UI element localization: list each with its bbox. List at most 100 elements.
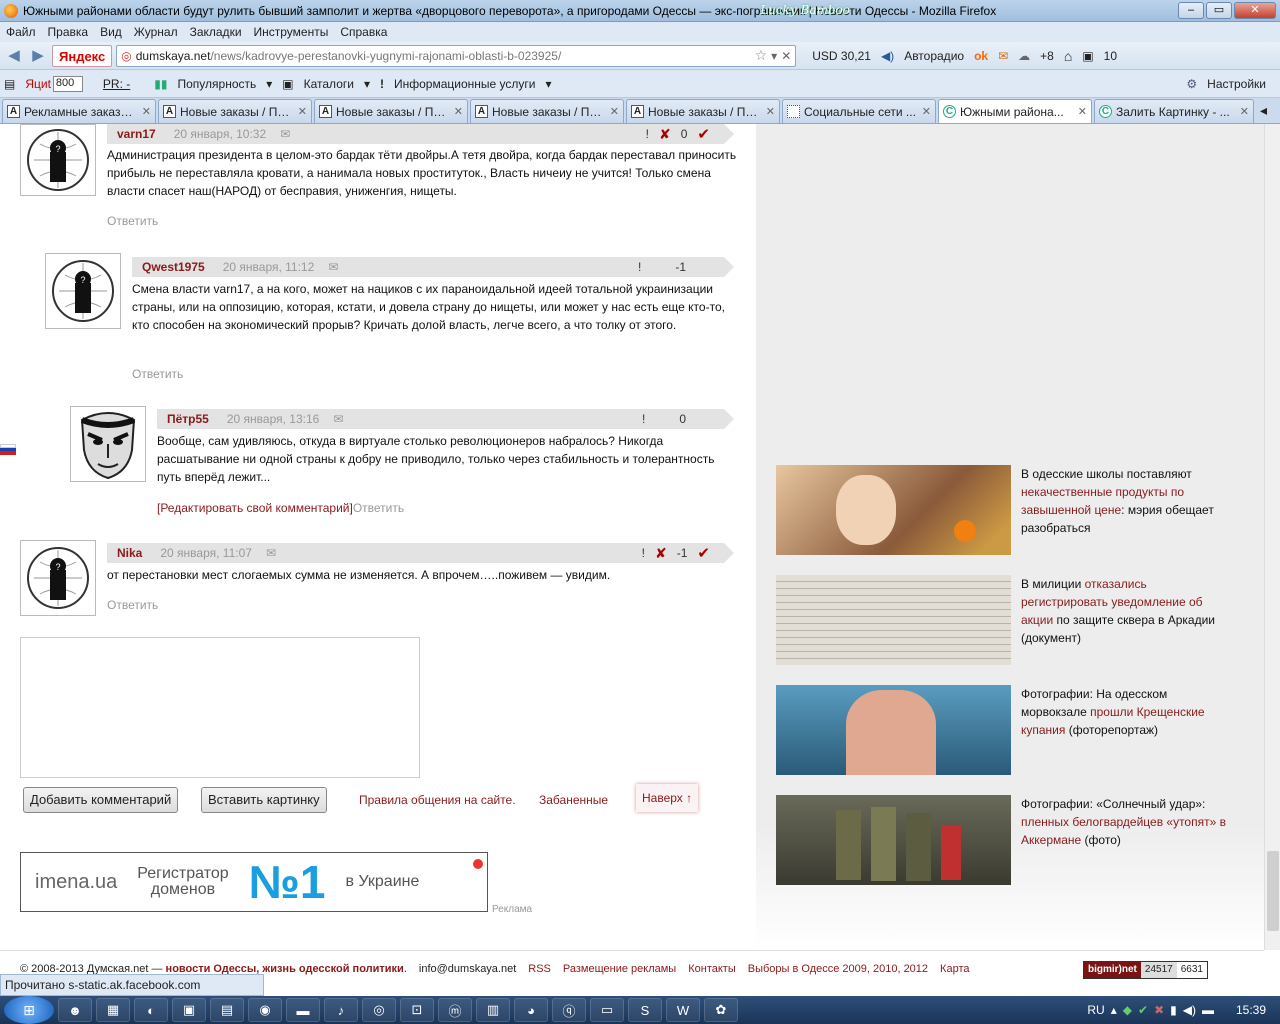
menu-tools[interactable]: Инструменты <box>254 25 329 39</box>
home-icon[interactable]: ⌂ <box>1064 48 1072 64</box>
rules-link[interactable]: Правила общения на сайте. <box>359 793 516 807</box>
popularity-menu[interactable]: Популярность <box>177 77 256 91</box>
vote-up-icon[interactable]: ✔ <box>697 544 710 562</box>
tab-item[interactable]: A Новые заказы / По... ✕ <box>626 99 780 123</box>
scrollbar-thumb[interactable] <box>1267 851 1279 931</box>
taskbar-app-icon[interactable]: ⓜ <box>438 998 472 1022</box>
speaker-icon[interactable]: ◀) <box>881 49 894 63</box>
taskbar-app-icon[interactable]: ◎ <box>362 998 396 1022</box>
taskbar-app-icon[interactable]: ◐ <box>134 998 168 1022</box>
menu-view[interactable]: Вид <box>100 25 122 39</box>
news-item[interactable]: В одесские школы поставляют некачественн… <box>776 465 1256 555</box>
taskbar-app-icon[interactable]: ☻ <box>58 998 92 1022</box>
close-icon[interactable]: ✕ <box>922 105 931 118</box>
yandex-button[interactable]: Яндекс <box>52 44 113 67</box>
report-icon[interactable]: ! <box>646 127 649 141</box>
banned-link[interactable]: Забаненные <box>539 793 608 807</box>
footer-link-ads[interactable]: Размещение рекламы <box>563 963 676 975</box>
comment-author[interactable]: Qwest1975 <box>142 260 205 274</box>
news-item[interactable]: Фотографии: На одесском морвокзале прошл… <box>776 685 1256 775</box>
message-icon[interactable]: ✉ <box>328 260 338 274</box>
tab-item[interactable]: A Новые заказы / По... ✕ <box>470 99 624 123</box>
taskbar-app-icon[interactable]: ▥ <box>476 998 510 1022</box>
report-icon[interactable]: ! <box>638 260 641 274</box>
taskbar-app-icon[interactable]: ▣ <box>172 998 206 1022</box>
taskbar-app-icon[interactable]: ⊡ <box>400 998 434 1022</box>
taskbar-app-icon[interactable]: ▤ <box>210 998 244 1022</box>
news-photo[interactable] <box>776 795 1011 885</box>
odnoklassniki-icon[interactable]: ok <box>974 49 988 63</box>
close-icon[interactable]: ✕ <box>1240 105 1249 118</box>
start-button[interactable]: ⊞ <box>4 996 54 1024</box>
reply-link[interactable]: Ответить <box>107 214 158 228</box>
taskbar-app-icon[interactable]: ◉ <box>248 998 282 1022</box>
taskbar-app-icon[interactable]: ♪ <box>324 998 358 1022</box>
tray-icon[interactable]: ✔ <box>1138 1003 1148 1017</box>
insert-image-button[interactable]: Вставить картинку <box>201 787 327 813</box>
edit-comment-link[interactable]: [Редактировать свой комментарий] <box>157 501 353 515</box>
settings-menu[interactable]: Настройки <box>1207 77 1266 91</box>
reply-link[interactable]: Ответить <box>132 367 183 381</box>
clock[interactable]: 15:39 <box>1236 1003 1266 1017</box>
tab-item[interactable]: A Рекламные заказы... ✕ <box>2 99 156 123</box>
report-icon[interactable]: ! <box>642 546 645 560</box>
taskbar-word-icon[interactable]: W <box>666 998 700 1022</box>
cloud-icon[interactable]: ☁ <box>1018 49 1030 63</box>
message-icon[interactable]: ✉ <box>280 127 290 141</box>
comment-author[interactable]: Nika <box>117 546 142 560</box>
close-button[interactable]: ✕ <box>1234 2 1276 19</box>
forward-arrow-icon[interactable]: ▶ <box>28 46 48 66</box>
report-icon[interactable]: ! <box>642 412 645 426</box>
page-scrollbar[interactable] <box>1264 124 1280 950</box>
reply-link[interactable]: Ответить <box>107 598 158 612</box>
menu-file[interactable]: Файл <box>6 25 36 39</box>
news-photo[interactable] <box>776 465 1011 555</box>
mail-icon[interactable]: ✉ <box>998 49 1008 63</box>
news-photo[interactable] <box>776 575 1011 665</box>
tabs-counter-icon[interactable]: ▣ <box>1082 49 1093 63</box>
avatar[interactable]: ? <box>45 253 121 329</box>
close-icon[interactable]: ✕ <box>454 105 463 118</box>
network-icon[interactable]: ▮ <box>1170 1003 1177 1017</box>
news-item[interactable]: В милиции отказались регистрировать увед… <box>776 575 1256 665</box>
bar-menu-icon[interactable]: ▤ <box>4 77 15 91</box>
menu-bookmarks[interactable]: Закладки <box>190 25 242 39</box>
close-icon[interactable]: ✕ <box>610 105 619 118</box>
reply-link[interactable]: Ответить <box>353 501 404 515</box>
radio-widget[interactable]: Авторадио <box>904 49 964 63</box>
close-icon[interactable]: ✕ <box>298 105 307 118</box>
imena-ad-banner[interactable]: imena.ua Регистратор доменов №1 в Украине <box>20 852 488 912</box>
tab-item-active[interactable]: C Южными района... ✕ <box>938 99 1092 123</box>
taskbar-app-icon[interactable]: ▬ <box>286 998 320 1022</box>
volume-icon[interactable]: ◀) <box>1183 1003 1196 1017</box>
add-comment-button[interactable]: Добавить комментарий <box>23 787 179 813</box>
close-icon[interactable]: ✕ <box>1078 105 1087 118</box>
vote-down-icon[interactable]: ✘ <box>655 545 667 562</box>
avatar[interactable]: ? <box>20 540 96 616</box>
stop-icon[interactable]: ✕ <box>781 49 795 63</box>
maximize-button[interactable]: ▭ <box>1206 2 1232 19</box>
tab-item[interactable]: Социальные сети ... ✕ <box>782 99 936 123</box>
taskbar-app-icon[interactable]: ▦ <box>96 998 130 1022</box>
avatar[interactable] <box>70 406 146 482</box>
tab-scroll-arrow-icon[interactable]: ◂ <box>1260 102 1267 123</box>
currency-widget[interactable]: USD 30,21 <box>812 49 871 63</box>
footer-email[interactable]: info@dumskaya.net <box>419 963 516 975</box>
menu-edit[interactable]: Правка <box>48 25 89 39</box>
tray-icon[interactable]: ◆ <box>1123 1003 1132 1017</box>
taskbar-firefox-icon[interactable]: ◕ <box>514 998 548 1022</box>
footer-link-rss[interactable]: RSS <box>528 963 551 975</box>
language-indicator[interactable]: RU <box>1087 1003 1104 1017</box>
comment-author[interactable]: Пётр55 <box>167 412 209 426</box>
dropdown-icon[interactable]: ▾ <box>771 49 777 63</box>
menu-history[interactable]: Журнал <box>134 25 178 39</box>
back-to-top-button[interactable]: Наверх ↑ <box>636 784 699 812</box>
gear-icon[interactable]: ⚙ <box>1186 77 1197 91</box>
star-icon[interactable]: ☆ <box>755 47 768 64</box>
news-photo[interactable] <box>776 685 1011 775</box>
url-bar[interactable]: ◎ dumskaya.net/news/kadrovye-perestanovk… <box>116 44 797 67</box>
taskbar-app-icon[interactable]: ▭ <box>590 998 624 1022</box>
message-icon[interactable]: ✉ <box>333 412 343 426</box>
close-icon[interactable]: ✕ <box>766 105 775 118</box>
tab-item[interactable]: A Новые заказы / По... ✕ <box>158 99 312 123</box>
